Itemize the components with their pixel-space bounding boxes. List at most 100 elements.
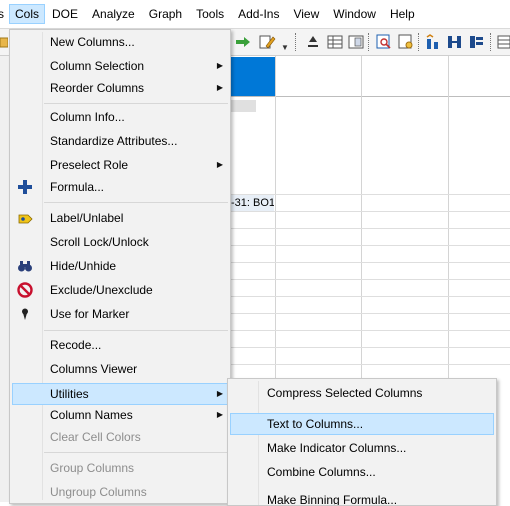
menu-item-label: Clear Cell Colors (50, 430, 141, 444)
menu-item-analyze[interactable]: Analyze (85, 4, 142, 24)
menu-separator (44, 103, 228, 104)
menu-item-doe[interactable]: DOE (45, 4, 85, 24)
menu-item-label: Ungroup Columns (50, 485, 147, 499)
menu-item-recode[interactable]: Recode... (11, 334, 229, 356)
menu-item-ungroup-columns: Ungroup Columns (11, 481, 229, 503)
grid-line (230, 330, 510, 331)
toolbar-separator (418, 33, 420, 51)
menu-item-window[interactable]: Window (326, 4, 383, 24)
menu-item-label: Column Info... (50, 110, 125, 124)
grid-cell[interactable]: -31: BO1 (229, 195, 274, 211)
menu-item-column-info[interactable]: Column Info... (11, 106, 229, 128)
menu-item-column-names[interactable]: Column Names ▶ (11, 404, 229, 426)
menu-item-label: Recode... (50, 338, 102, 352)
menu-item-label: Column Selection (50, 59, 145, 73)
menu-item-label: Hide/Unhide (50, 259, 117, 273)
table-icon[interactable] (326, 33, 344, 51)
toolbar-separator (490, 33, 492, 51)
submenu-item-compress-selected-columns[interactable]: Compress Selected Columns (229, 382, 495, 404)
menu-item-label: Columns Viewer (50, 362, 138, 376)
cols-menu: New Columns... Column Selection ▶ Reorde… (9, 29, 231, 504)
submenu-item-make-indicator-columns[interactable]: Make Indicator Columns... (229, 437, 495, 459)
menu-item-utilities[interactable]: Utilities ▶ (12, 383, 229, 405)
menu-item-label: Label/Unlabel (50, 211, 124, 225)
utilities-submenu: Compress Selected Columns Text to Column… (227, 378, 497, 506)
menu-item-view[interactable]: View (286, 4, 326, 24)
column-table-icon[interactable] (347, 33, 365, 51)
grid-icon[interactable] (497, 33, 510, 51)
menu-item-label: Group Columns (50, 461, 135, 475)
menu-item-partial[interactable]: s (0, 4, 9, 24)
grid-line (230, 211, 510, 212)
menu-item-hide-unhide[interactable]: Hide/Unhide (11, 255, 229, 277)
toolbar-separator (368, 33, 370, 51)
menu-item-label: Exclude/Unexclude (50, 283, 153, 297)
menu-item-label: New Columns... (50, 35, 135, 49)
menu-item-label: Combine Columns... (267, 465, 376, 479)
menu-item-label: Make Indicator Columns... (267, 441, 407, 455)
submenu-arrow-icon: ▶ (216, 410, 223, 419)
menu-item-clear-cell-colors: Clear Cell Colors (11, 426, 229, 448)
submenu-arrow-icon: ▶ (216, 160, 223, 169)
menu-item-tools[interactable]: Tools (189, 4, 231, 24)
chart-magnify-icon[interactable] (375, 33, 393, 51)
menu-item-scroll-lock[interactable]: Scroll Lock/Unlock (11, 231, 229, 253)
submenu-arrow-icon: ▶ (216, 389, 223, 398)
menu-item-formula[interactable]: Formula... (11, 176, 229, 198)
menu-separator (44, 202, 228, 203)
no-entry-icon (17, 282, 33, 298)
sort-icon[interactable] (304, 33, 322, 51)
distribution-icon[interactable] (424, 33, 442, 51)
dropdown-arrow-icon[interactable]: ▼ (281, 43, 289, 52)
binoculars-icon (18, 261, 32, 272)
grid-line (230, 313, 510, 314)
menu-item-columns-viewer[interactable]: Columns Viewer (11, 358, 229, 380)
menu-bar: s Cols DOE Analyze Graph Tools Add-Ins V… (0, 0, 510, 29)
menu-item-label: Preselect Role (50, 158, 129, 172)
menu-item-group-columns: Group Columns (11, 457, 229, 479)
selected-column-header[interactable] (230, 57, 275, 97)
menu-item-label: Use for Marker (50, 307, 130, 321)
menu-item-reorder-columns[interactable]: Reorder Columns ▶ (11, 77, 229, 99)
menu-item-preselect-role[interactable]: Preselect Role ▶ (11, 154, 229, 176)
submenu-item-combine-columns[interactable]: Combine Columns... (229, 461, 495, 483)
toolbar-separator (295, 33, 297, 51)
menu-item-label: Text to Columns... (267, 417, 364, 431)
grid-line (230, 279, 510, 280)
grid-line (230, 228, 510, 229)
menu-item-exclude-unexclude[interactable]: Exclude/Unexclude (11, 279, 229, 301)
menu-item-help[interactable]: Help (383, 4, 422, 24)
menu-item-use-for-marker[interactable]: Use for Marker (11, 303, 229, 325)
menu-item-label: Reorder Columns (50, 81, 145, 95)
menu-item-column-selection[interactable]: Column Selection ▶ (11, 55, 229, 77)
menu-item-cols[interactable]: Cols (9, 4, 46, 24)
menu-item-label: Column Names (50, 408, 133, 422)
fit-y-by-x-icon[interactable] (446, 33, 464, 51)
grid-line (230, 296, 510, 297)
grid-line (230, 245, 510, 246)
menu-item-new-columns[interactable]: New Columns... (11, 31, 229, 53)
submenu-arrow-icon: ▶ (216, 83, 223, 92)
menu-item-standardize-attributes[interactable]: Standardize Attributes... (11, 130, 229, 152)
plus-icon (18, 180, 32, 194)
submenu-item-make-binning-formula[interactable]: Make Binning Formula... (229, 489, 495, 505)
grid-line (230, 262, 510, 263)
menu-separator (44, 330, 228, 331)
arrow-green-icon[interactable] (234, 33, 252, 51)
marker-pin-icon (22, 308, 28, 320)
edit-formula-icon[interactable] (258, 33, 276, 51)
fit-model-icon[interactable] (468, 33, 486, 51)
submenu-item-text-to-columns[interactable]: Text to Columns... (230, 413, 494, 435)
menu-item-label: Formula... (50, 180, 105, 194)
folder-icon[interactable] (0, 33, 8, 51)
menu-item-label: Scroll Lock/Unlock (50, 235, 149, 249)
menu-item-graph[interactable]: Graph (142, 4, 189, 24)
menu-item-add-ins[interactable]: Add-Ins (231, 4, 286, 24)
menu-item-label-unlabel[interactable]: Label/Unlabel (11, 207, 229, 229)
report-icon[interactable] (397, 33, 415, 51)
tag-icon (18, 214, 33, 224)
menu-separator (44, 452, 228, 453)
grid-line (230, 347, 510, 348)
menu-item-label: Standardize Attributes... (50, 134, 178, 148)
menu-item-label: Compress Selected Columns (267, 386, 423, 400)
